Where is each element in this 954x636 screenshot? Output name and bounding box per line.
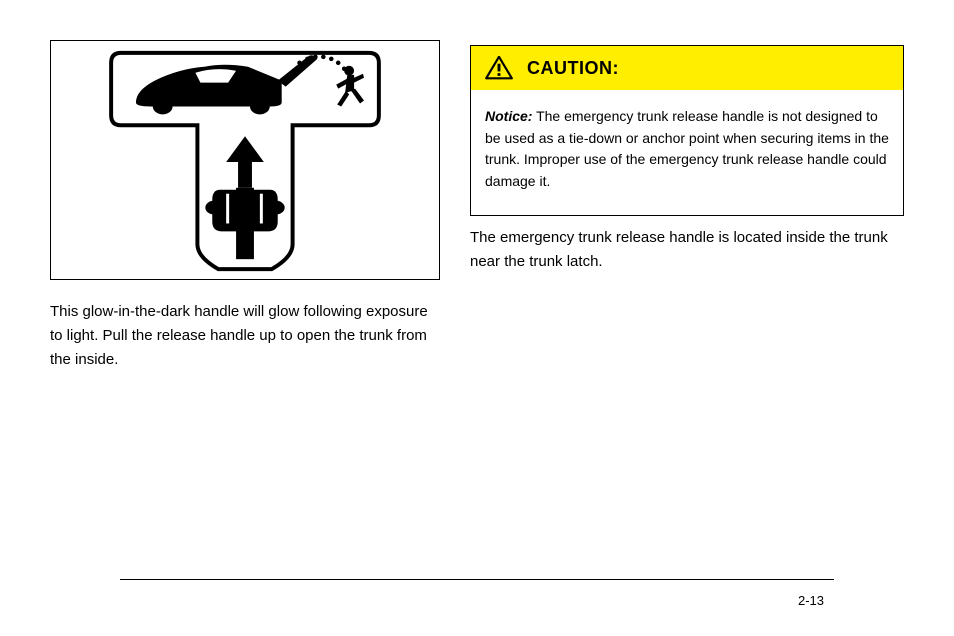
caution-header: CAUTION: — [471, 46, 903, 90]
warning-triangle-icon — [485, 56, 513, 80]
caution-box: CAUTION: Notice: The emergency trunk rel… — [470, 45, 904, 216]
caution-title: CAUTION: — [527, 58, 619, 79]
caution-body-text: The emergency trunk release handle is no… — [485, 108, 889, 189]
additional-text: The emergency trunk release handle is lo… — [470, 226, 904, 274]
page-number: 2-13 — [798, 593, 824, 608]
page-rule — [120, 579, 834, 580]
instruction-text: This glow-in-the-dark handle will glow f… — [50, 300, 440, 372]
trunk-release-illustration — [50, 40, 440, 280]
caution-body: Notice: The emergency trunk release hand… — [471, 90, 903, 215]
notice-label: Notice: — [485, 108, 532, 124]
